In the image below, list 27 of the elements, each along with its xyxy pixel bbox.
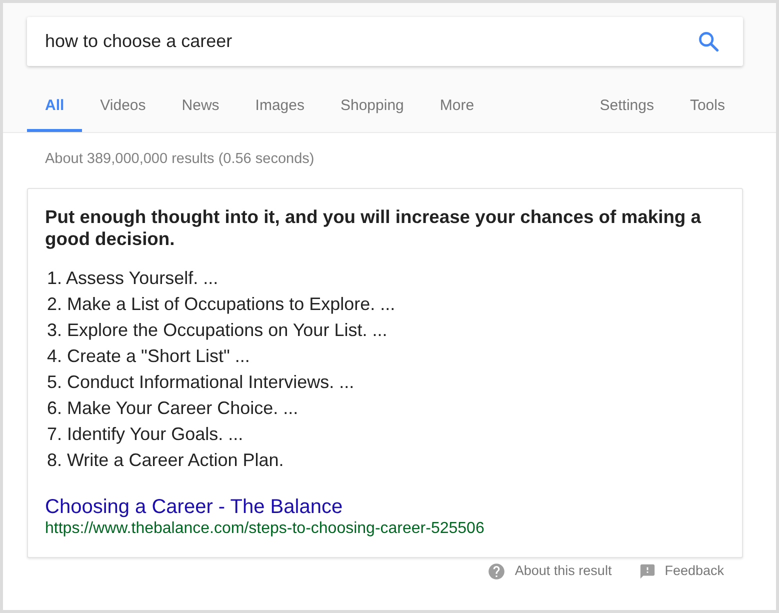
feedback-icon xyxy=(638,562,656,580)
step-item: 5. Conduct Informational Interviews. ... xyxy=(47,371,356,394)
search-query: how to choose a career xyxy=(45,30,234,53)
step-item: 2. Make a List of Occupations to Explore. ... xyxy=(47,293,396,316)
step-item: 1. Assess Yourself. ... xyxy=(47,267,220,290)
search-tab[interactable]: News xyxy=(164,86,238,132)
footer-link[interactable]: About this result xyxy=(514,561,612,581)
search-tab[interactable]: Videos xyxy=(82,86,164,132)
tool-tab[interactable]: Tools xyxy=(672,86,743,132)
search-field[interactable]: how to choose a career xyxy=(27,17,743,66)
snippet-heading: Put enough thought into it, and you will increase your chances of making a good decision. xyxy=(45,206,702,250)
footer-link[interactable]: Feedback xyxy=(664,561,724,581)
search-tab[interactable]: More xyxy=(422,86,492,132)
search-tab[interactable]: Shopping xyxy=(322,86,422,132)
search-tab[interactable]: Images xyxy=(237,86,322,132)
step-item: 4. Create a "Short List" ... xyxy=(47,345,251,368)
step-item: 8. Write a Career Action Plan. xyxy=(47,449,285,472)
step-item: 3. Explore the Occupations on Your List. ... xyxy=(47,319,388,342)
search-icon[interactable] xyxy=(698,31,719,52)
search-tab[interactable]: All xyxy=(27,86,82,132)
result-stats: About 389,000,000 results (0.56 seconds) xyxy=(45,151,314,167)
step-item: 7. Identify Your Goals. ... xyxy=(47,423,244,446)
source-url: https://www.thebalance.com/steps-to-choosing-career-525506 xyxy=(45,519,484,539)
help-icon xyxy=(486,562,506,580)
tool-tab[interactable]: Settings xyxy=(582,86,672,132)
source-title-link[interactable]: Choosing a Career - The Balance xyxy=(45,495,343,519)
step-item: 6. Make Your Career Choice. ... xyxy=(47,397,300,420)
